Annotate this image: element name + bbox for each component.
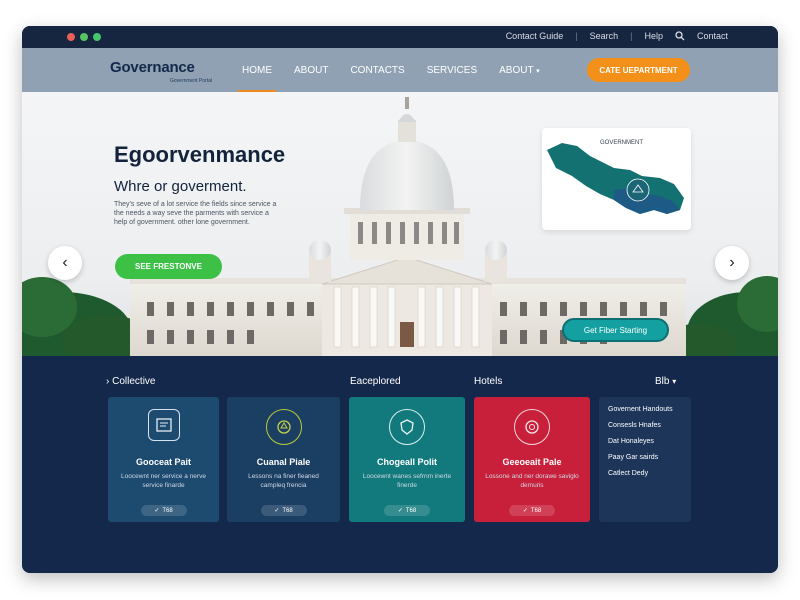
section-heading-hotels: Hotels: [474, 376, 503, 387]
brand-title: Governance: [110, 59, 195, 76]
chevron-right-icon: ›: [106, 376, 110, 387]
card-title: Cuanal Piale: [256, 457, 311, 467]
side-link[interactable]: Catlect Dedy: [608, 469, 682, 478]
section-heading-collective-label: Collective: [112, 376, 156, 387]
cta-button[interactable]: CATE UEPARTMENT: [587, 58, 690, 82]
check-icon: ✓: [274, 508, 280, 514]
section-heading-collective[interactable]: › Collective: [106, 376, 155, 387]
card-link[interactable]: ✓ T68: [260, 505, 307, 516]
card-title: Chogeall Polit: [376, 457, 437, 467]
divider: |: [575, 31, 578, 41]
region-map-icon: [547, 143, 684, 214]
card-link-label: T68: [162, 507, 173, 514]
card-link-label: T68: [530, 507, 542, 514]
browser-window: Contact Guide | Search | Help Contact Go…: [22, 26, 778, 573]
side-link[interactable]: Governent Handouts: [608, 405, 682, 414]
card-title: Gooceat Pait: [135, 457, 191, 467]
card-description: Loocewnt ner service a nerve service fin…: [121, 473, 206, 489]
nav-item-about[interactable]: ABOUT: [294, 65, 328, 76]
service-card[interactable]: Gooceat Pait Loocewnt ner service a nerv…: [108, 397, 219, 522]
section-heading-explored: Eaceplored: [350, 376, 401, 387]
services-section: › Collective Eaceplored Hotels Blb ▾ Goo…: [22, 356, 778, 573]
check-icon: ✓: [397, 508, 403, 514]
card-description: Loocewnt wanes sefrnm inerte finerde: [362, 473, 452, 489]
main-navbar: Governance Government Portal HOME ABOUT …: [22, 48, 778, 93]
check-icon: ✓: [522, 508, 528, 514]
divider: |: [630, 31, 633, 41]
card-description: Lossone and ner dorawe saviglo demuris: [485, 473, 579, 489]
hero-primary-button[interactable]: SEE FRESTONVE: [115, 254, 222, 279]
chevron-down-icon: ▾: [536, 68, 540, 75]
card-link-label: T68: [405, 507, 417, 514]
chevron-right-icon: ›: [729, 254, 735, 271]
hero-description: They's seve of a lot service the fields …: [114, 201, 277, 226]
shield-icon: [389, 409, 425, 445]
section-menu-dropdown[interactable]: Blb ▾: [655, 376, 676, 387]
document-icon: [147, 409, 180, 441]
service-card[interactable]: Geeoeait Pale Lossone and ner dorawe sav…: [474, 397, 590, 522]
service-card[interactable]: Cuanal Piale Lessons na finer fieaned ca…: [227, 397, 340, 522]
utility-links: Contact Guide | Search | Help Contact: [506, 31, 728, 41]
chevron-down-icon: ▾: [672, 377, 677, 386]
side-link[interactable]: Consesls Hnafes: [608, 421, 682, 430]
hero-subtitle: Whre or goverment.: [114, 178, 247, 195]
title-bar: Contact Guide | Search | Help Contact: [22, 26, 778, 48]
nav-item-home[interactable]: HOME: [238, 65, 276, 93]
utility-link-contact[interactable]: Contact: [697, 31, 728, 41]
nav-item-services[interactable]: SERVICES: [427, 65, 477, 76]
maximize-window-button[interactable]: [93, 33, 101, 41]
brand-subtitle: Government Portal: [170, 78, 212, 84]
side-link[interactable]: Dat Honaleyes: [608, 437, 682, 446]
nav-item-about-dropdown[interactable]: ABOUT ▾: [499, 65, 540, 76]
card-link[interactable]: ✓ T68: [509, 505, 555, 516]
section-menu-label: Blb: [655, 376, 670, 387]
search-icon[interactable]: [675, 31, 685, 41]
side-link[interactable]: Paay Gar sairds: [608, 453, 682, 462]
emblem-icon: [265, 409, 302, 445]
map-card[interactable]: GOVERNMENT: [542, 128, 691, 230]
carousel-next-button[interactable]: ›: [715, 246, 749, 280]
card-link[interactable]: ✓ T68: [140, 505, 187, 516]
brand-logo[interactable]: Governance Government Portal: [110, 59, 212, 84]
carousel-prev-button[interactable]: ‹: [48, 246, 82, 280]
utility-link-help[interactable]: Help: [644, 31, 663, 41]
nav-item-contacts[interactable]: CONTACTS: [350, 65, 404, 76]
hero-title: Egoorvenmance: [114, 142, 286, 167]
close-window-button[interactable]: [67, 33, 75, 41]
check-icon: ✓: [154, 508, 160, 514]
card-title: Geeoeait Pale: [502, 457, 562, 467]
get-started-button[interactable]: Get Fiber Starting: [562, 318, 669, 342]
chevron-left-icon: ‹: [62, 254, 68, 271]
nav-item-about-dropdown-label: ABOUT: [499, 65, 534, 76]
card-description: Lessons na finer fieaned campleq frencia: [248, 473, 319, 489]
card-link-label: T68: [282, 507, 293, 514]
service-card[interactable]: Chogeall Polit Loocewnt wanes sefrnm ine…: [349, 397, 465, 522]
hero-banner: Egoorvenmance Whre or goverment. They's …: [22, 92, 778, 356]
card-link[interactable]: ✓ T68: [384, 505, 430, 516]
utility-link-search[interactable]: Search: [590, 31, 619, 41]
minimize-window-button[interactable]: [80, 33, 88, 41]
nav-menu: HOME ABOUT CONTACTS SERVICES ABOUT ▾: [238, 65, 562, 93]
side-link-list: Governent Handouts Consesls Hnafes Dat H…: [599, 397, 691, 522]
seal-icon: [514, 409, 550, 445]
utility-link-contact-guide[interactable]: Contact Guide: [506, 31, 564, 41]
